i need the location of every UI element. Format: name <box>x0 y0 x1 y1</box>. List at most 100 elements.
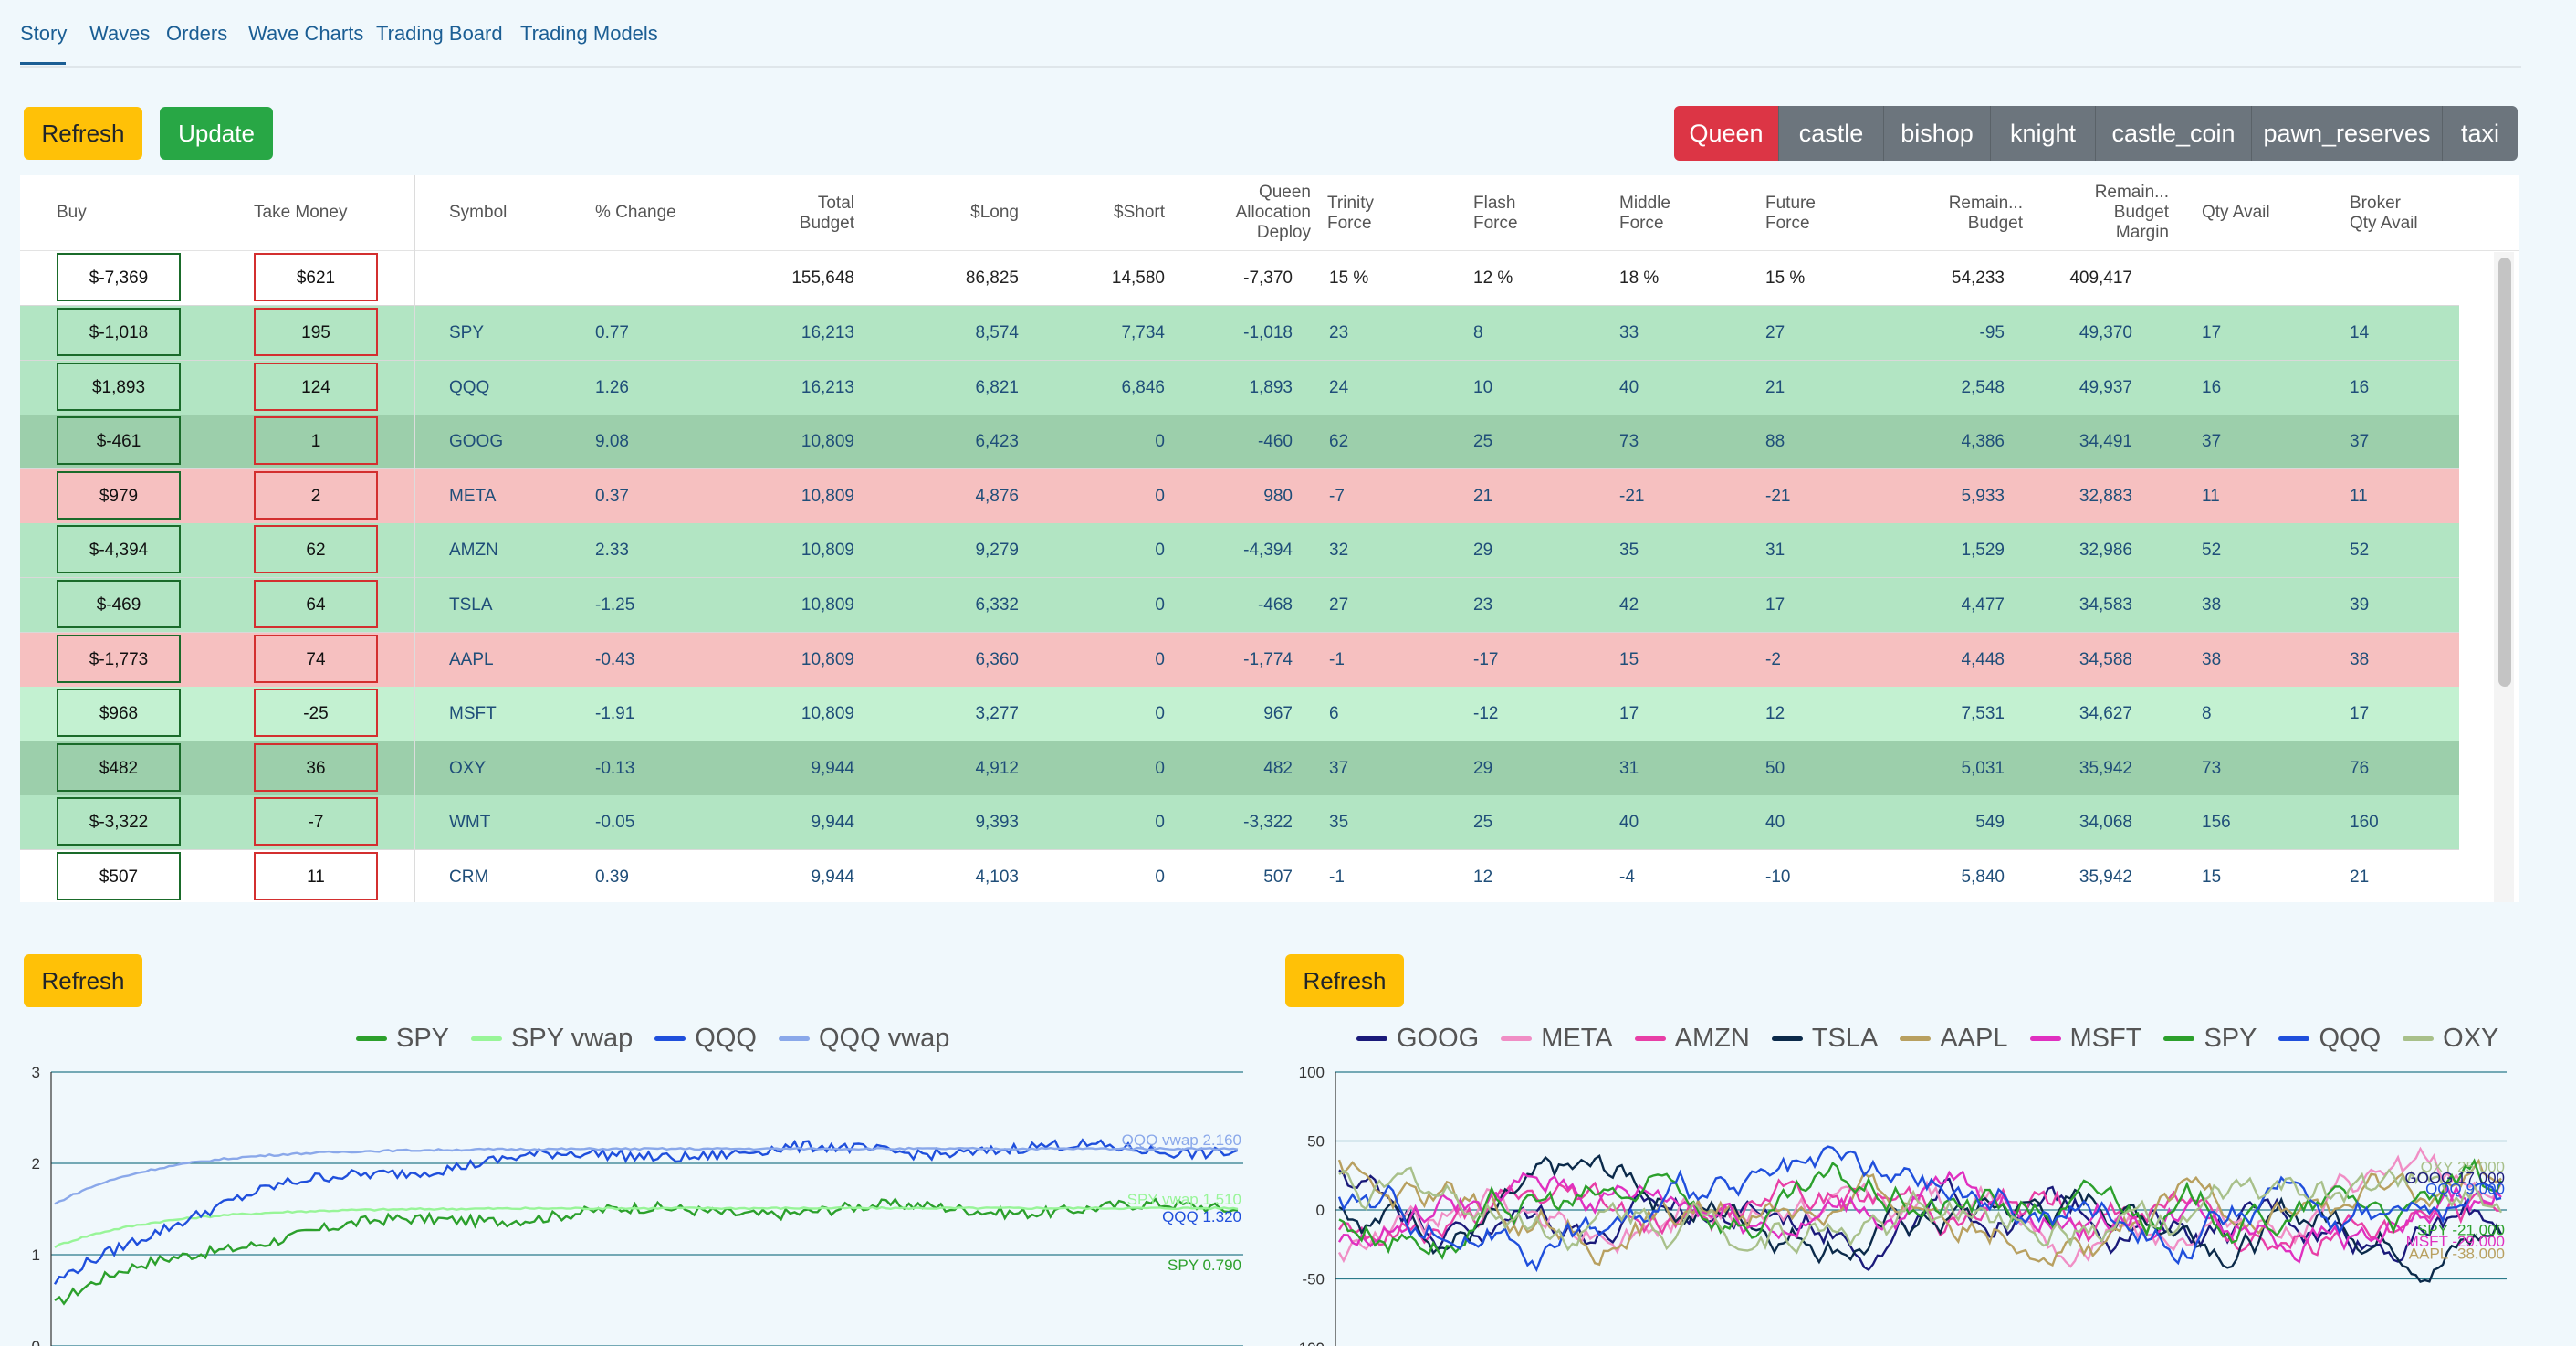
cell-middle: -21 <box>1619 486 1645 506</box>
table-row[interactable]: $482 36 OXY -0.13 9,944 4,912 0 482 37 29 31 50 5,03… <box>20 741 2459 796</box>
cell-flash: 25 <box>1473 813 1493 833</box>
piece-knight[interactable]: knight <box>1991 106 2096 161</box>
buy-input[interactable]: $979 <box>57 470 181 520</box>
tab-wave-charts[interactable]: Wave Charts <box>248 22 363 46</box>
series-end-label: AAPL -38.000 <box>2409 1245 2505 1262</box>
take-money-input[interactable]: -7 <box>254 797 378 847</box>
buy-input[interactable]: $968 <box>57 689 181 738</box>
header-trinity-force[interactable]: Trinity Force <box>1327 194 1374 234</box>
cell-pct: -0.05 <box>595 813 635 833</box>
header-flash-force[interactable]: Flash Force <box>1473 194 1518 234</box>
cell-queen: 967 <box>1263 704 1293 724</box>
tab-waves[interactable]: Waves <box>89 22 150 46</box>
header-take-money[interactable]: Take Money <box>254 203 347 223</box>
cell-broker-qty: 38 <box>2350 649 2370 669</box>
header-future-force[interactable]: Future Force <box>1765 194 1816 234</box>
cell-qty: 17 <box>2202 323 2222 342</box>
table-row[interactable]: $1,893 124 QQQ 1.26 16,213 6,821 6,846 1,893 24 1… <box>20 360 2459 415</box>
take-money-input[interactable]: 74 <box>254 634 378 683</box>
table-row[interactable]: $-469 64 TSLA -1.25 10,809 6,332 0 -468 27 23 42 17… <box>20 578 2459 633</box>
tab-trading-models[interactable]: Trading Models <box>520 22 658 46</box>
chart-left-refresh-button[interactable]: Refresh <box>24 954 142 1007</box>
header-pct-change[interactable]: % Change <box>595 203 676 223</box>
grid-scrollbar-thumb[interactable] <box>2498 258 2511 687</box>
cell-queen: -1,018 <box>1243 323 1293 342</box>
take-money-input[interactable]: 36 <box>254 742 378 792</box>
buy-input[interactable]: $-4,394 <box>57 525 181 574</box>
cell-total-budget: 10,809 <box>801 704 854 724</box>
table-row[interactable]: $-1,018 195 SPY 0.77 16,213 8,574 7,734 -1,018 2… <box>20 306 2459 361</box>
cell-queen: -460 <box>1257 432 1293 452</box>
take-money-input[interactable]: -25 <box>254 689 378 738</box>
header-symbol[interactable]: Symbol <box>449 203 507 223</box>
top-nav: Story Waves Orders Wave Charts Trading B… <box>20 18 2521 68</box>
buy-input[interactable]: $1,893 <box>57 362 181 411</box>
buy-input[interactable]: $-1,018 <box>57 308 181 356</box>
take-money-input[interactable]: 11 <box>254 852 378 900</box>
buy-input[interactable]: $-461 <box>57 416 181 466</box>
header-long[interactable]: $Long <box>896 203 1019 223</box>
cell-pct: -1.91 <box>595 704 635 724</box>
cell-flash: 10 <box>1473 377 1493 397</box>
take-money-input[interactable]: 1 <box>254 416 378 466</box>
take-money-input[interactable]: 124 <box>254 362 378 411</box>
header-queen-allocation[interactable]: Queen Allocation Deploy <box>1189 183 1311 243</box>
header-line: Future <box>1765 194 1816 213</box>
buy-input[interactable]: $-7,369 <box>57 253 181 301</box>
header-line: Total <box>817 194 854 213</box>
cell-remain-budget: 7,531 <box>1961 704 2005 724</box>
buy-input[interactable]: $-469 <box>57 580 181 628</box>
table-row[interactable]: $-3,322 -7 WMT -0.05 9,944 9,393 0 -3,322 35 25 40… <box>20 795 2459 851</box>
header-total-budget[interactable]: Total Budget <box>723 194 854 234</box>
header-short[interactable]: $Short <box>1042 203 1165 223</box>
table-row[interactable]: $-461 1 GOOG 9.08 10,809 6,423 0 -460 62 25 73 88 4,… <box>20 415 2459 470</box>
chart-right-refresh-button[interactable]: Refresh <box>1285 954 1404 1007</box>
tab-orders[interactable]: Orders <box>166 22 227 46</box>
header-line: Force <box>1473 214 1518 233</box>
table-row[interactable]: $979 2 META 0.37 10,809 4,876 0 980 -7 21 -21 -21 5,… <box>20 468 2459 524</box>
legend-swatch <box>2163 1036 2195 1041</box>
cell-remain-budget: 4,477 <box>1961 595 2005 615</box>
table-row[interactable]: $968 -25 MSFT -1.91 10,809 3,277 0 967 6 -12 17 12 7… <box>20 687 2459 742</box>
table-row[interactable]: $-1,773 74 AAPL -0.43 10,809 6,360 0 -1,774 -1 -1… <box>20 632 2459 688</box>
header-qty-avail[interactable]: Qty Avail <box>2202 203 2270 223</box>
cell-symbol: AAPL <box>449 649 494 669</box>
cell-flash: -12 <box>1473 704 1499 724</box>
take-money-input[interactable]: 62 <box>254 525 378 574</box>
table-row[interactable]: $507 11 CRM 0.39 9,944 4,103 0 507 -1 12 -4 -10 5,84… <box>20 850 2459 902</box>
piece-queen[interactable]: Queen <box>1674 106 1779 161</box>
cell-pct: 2.33 <box>595 541 629 561</box>
take-money-input[interactable]: 2 <box>254 470 378 520</box>
piece-pawn-reserves[interactable]: pawn_reserves <box>2252 106 2443 161</box>
take-money-input[interactable]: 64 <box>254 580 378 628</box>
cell-trinity: 62 <box>1329 432 1349 452</box>
buy-input[interactable]: $482 <box>57 742 181 792</box>
piece-bishop[interactable]: bishop <box>1884 106 1991 161</box>
piece-castle-coin[interactable]: castle_coin <box>2096 106 2252 161</box>
cell-short: 0 <box>1155 813 1165 833</box>
take-money-input[interactable]: 195 <box>254 308 378 356</box>
cell-total-budget: 9,944 <box>811 813 854 833</box>
legend-swatch <box>2029 1036 2061 1041</box>
total-row[interactable]: $-7,369 $621 155,648 86,825 14,580 -7,370 15 %… <box>20 251 2459 306</box>
piece-castle[interactable]: castle <box>1779 106 1884 161</box>
buy-input[interactable]: $507 <box>57 852 181 900</box>
buy-input[interactable]: $-1,773 <box>57 634 181 683</box>
table-row[interactable]: $-4,394 62 AMZN 2.33 10,809 9,279 0 -4,394 32 29 3… <box>20 523 2459 579</box>
cell-short: 6,846 <box>1121 377 1165 397</box>
update-button[interactable]: Update <box>160 107 273 160</box>
cell-queen: -4,394 <box>1243 541 1293 561</box>
take-money-input[interactable]: $621 <box>254 253 378 301</box>
cell-future: 40 <box>1765 813 1785 833</box>
buy-input[interactable]: $-3,322 <box>57 797 181 847</box>
y-tick-label: 0 <box>1316 1202 1325 1219</box>
piece-taxi[interactable]: taxi <box>2443 106 2518 161</box>
header-broker-qty[interactable]: Broker Qty Avail <box>2350 194 2418 234</box>
header-middle-force[interactable]: Middle Force <box>1619 194 1670 234</box>
tab-story[interactable]: Story <box>20 22 67 46</box>
header-remain-budget[interactable]: Remain... Budget <box>1895 194 2023 234</box>
tab-trading-board[interactable]: Trading Board <box>376 22 503 46</box>
header-remain-margin[interactable]: Remain... Budget Margin <box>2041 183 2169 243</box>
refresh-button[interactable]: Refresh <box>24 107 142 160</box>
header-buy[interactable]: Buy <box>57 203 87 223</box>
